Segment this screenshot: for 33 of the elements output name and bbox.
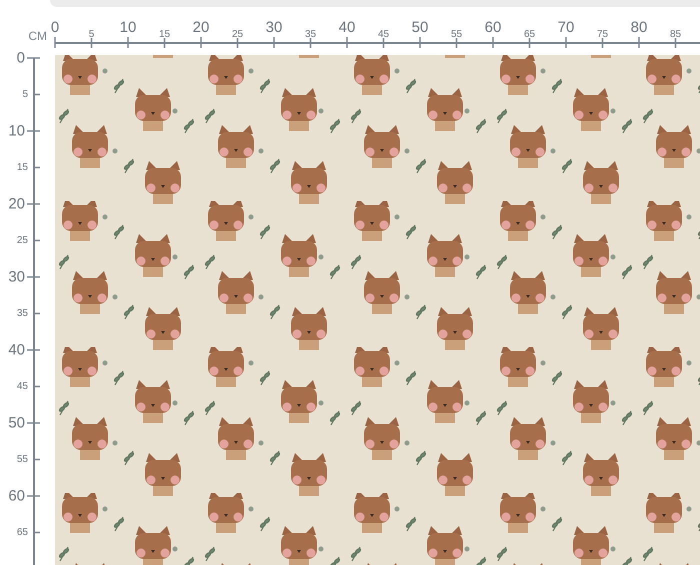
ruler-label: 60 xyxy=(484,19,502,36)
ruler-label: 75 xyxy=(596,29,608,40)
ruler-label: 5 xyxy=(22,89,28,100)
ruler-label: 15 xyxy=(158,29,170,40)
ruler-label: 10 xyxy=(120,19,136,36)
ruler-label: 55 xyxy=(450,29,462,40)
ruler-label: 30 xyxy=(8,268,25,286)
ruler-label: 0 xyxy=(50,19,60,36)
ruler-label: 5 xyxy=(88,29,94,40)
ruler-label: 45 xyxy=(378,29,390,40)
ruler-label: 85 xyxy=(670,29,682,40)
ruler-label: 50 xyxy=(412,19,428,36)
ruler-label: 20 xyxy=(192,19,210,36)
ruler-label: 40 xyxy=(8,342,25,358)
ruler-label: 55 xyxy=(16,454,28,465)
ruler-label: 60 xyxy=(8,488,25,504)
ruler-label: 65 xyxy=(16,527,28,538)
ruler-label: 25 xyxy=(232,29,244,40)
ruler-label: 25 xyxy=(16,235,28,246)
unit-label: CM xyxy=(28,29,47,43)
ruler-label: 40 xyxy=(338,19,356,36)
ruler-label: 45 xyxy=(16,381,28,392)
ruler-label: 35 xyxy=(304,29,316,40)
ruler-label: 80 xyxy=(630,19,648,36)
ruler-label: 15 xyxy=(16,162,28,173)
ruler-label: 35 xyxy=(16,308,28,319)
ruler-label: 50 xyxy=(8,414,25,432)
ruler-label: 0 xyxy=(16,50,25,66)
ruler-label: 30 xyxy=(266,19,282,36)
ruler-label: 20 xyxy=(8,196,25,212)
ruler-label: 70 xyxy=(558,19,574,36)
ruler-label: 10 xyxy=(8,122,25,140)
ruler-label: 65 xyxy=(524,29,536,40)
